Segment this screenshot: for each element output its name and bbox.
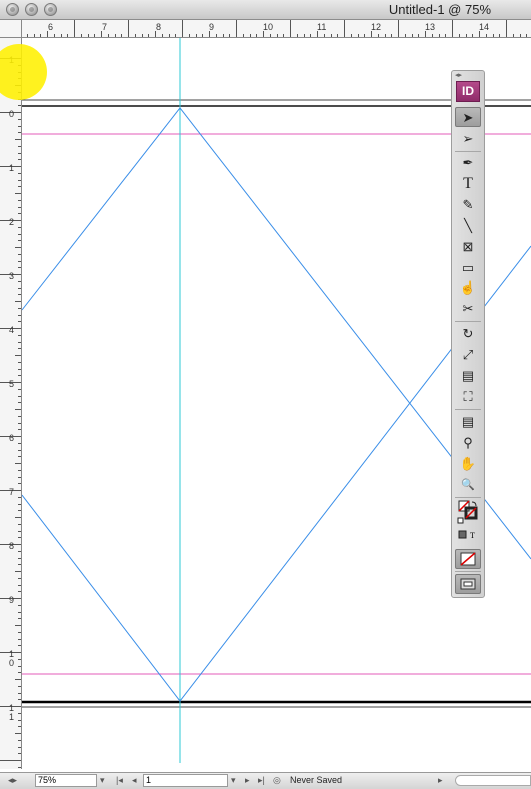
status-menu-icon[interactable]: ▸ <box>438 775 443 786</box>
title-bar: Untitled-1 @ 75% <box>0 0 531 20</box>
type-tool-icon[interactable]: T <box>455 174 481 194</box>
hand-tool-icon[interactable]: ✋ <box>455 454 481 474</box>
v-ruler-label: 2 <box>9 217 15 227</box>
button-tool-icon[interactable]: ☝ <box>455 278 481 298</box>
h-ruler-label: 9 <box>209 22 215 32</box>
page-dropdown-icon[interactable]: ▾ <box>231 775 236 786</box>
first-page-icon[interactable]: |◂ <box>116 775 123 786</box>
minimize-window-button[interactable] <box>25 3 38 16</box>
v-ruler-label: 9 <box>9 595 15 605</box>
v-ruler-label: 8 <box>9 541 15 551</box>
line-tool-icon[interactable]: ╲ <box>455 216 481 236</box>
v-ruler-label: 1 <box>9 163 15 173</box>
formatting-container-icon[interactable] <box>458 530 467 539</box>
default-colors-icon[interactable] <box>457 517 464 524</box>
tools-panel[interactable]: ◂▸ ID ➤ ➢ ✒ T ✎ ╲ ⊠ ▭ ☝ ✂ ↻ ⤢ ▤ ⛶ ▤ ⚲ ✋ … <box>451 70 485 598</box>
scroll-left-right-icon[interactable]: ◂▸ <box>8 775 17 786</box>
h-ruler-label: 10 <box>263 22 274 32</box>
gradient-tool-icon[interactable]: ▤ <box>455 366 481 386</box>
v-ruler-label: 1 0 <box>9 649 15 668</box>
v-ruler-label: 7 <box>9 487 15 497</box>
zoom-tool-icon[interactable]: 🔍 <box>455 475 481 495</box>
pencil-tool-icon[interactable]: ✎ <box>455 195 481 215</box>
rectangle-tool-icon[interactable]: ▭ <box>455 258 481 278</box>
v-ruler-label: 3 <box>9 271 15 281</box>
note-tool-icon[interactable]: ▤ <box>455 412 481 432</box>
vertical-ruler[interactable]: 1 0 1 2 3 4 5 6 7 8 9 1 0 1 1 <box>0 38 22 769</box>
h-ruler-label: 13 <box>425 22 436 32</box>
free-transform-tool-icon[interactable]: ⛶ <box>455 387 481 407</box>
tool-separator <box>455 409 481 410</box>
tool-separator <box>455 497 481 498</box>
page-number-field[interactable]: 1 <box>143 774 228 787</box>
zoom-window-button[interactable] <box>44 3 57 16</box>
horizontal-ruler[interactable]: 6 7 8 9 10 11 12 13 14 <box>22 20 531 38</box>
view-mode-graphic <box>460 578 476 590</box>
v-ruler-label: 0 <box>9 109 15 119</box>
scissors-tool-icon[interactable]: ✂ <box>455 299 481 319</box>
h-ruler-label: 6 <box>48 22 54 32</box>
swap-colors-icon[interactable] <box>471 501 477 507</box>
indesign-logo[interactable]: ID <box>456 81 480 102</box>
v-ruler-label: 1 1 <box>9 703 15 722</box>
view-mode-icon[interactable] <box>455 574 481 594</box>
rectangle-frame-tool-icon[interactable]: ⊠ <box>455 237 481 257</box>
previous-page-icon[interactable]: ◂ <box>132 775 137 786</box>
h-ruler-label: 14 <box>479 22 490 32</box>
preflight-status-icon[interactable]: ◎ <box>273 775 281 786</box>
selection-tool-icon[interactable]: ➤ <box>455 107 481 127</box>
close-window-button[interactable] <box>6 3 19 16</box>
v-ruler-label: 5 <box>9 379 15 389</box>
rotate-tool-icon[interactable]: ↻ <box>455 324 481 344</box>
save-status-text: Never Saved <box>290 775 343 785</box>
zoom-field[interactable]: 75% <box>35 774 97 787</box>
scale-tool-icon[interactable]: ⤢ <box>455 345 481 365</box>
last-page-icon[interactable]: ▸| <box>258 775 265 786</box>
h-ruler-label: 11 <box>317 22 327 32</box>
tool-separator <box>455 151 481 152</box>
direct-selection-tool-icon[interactable]: ➢ <box>455 129 481 149</box>
pen-tool-icon[interactable]: ✒ <box>455 153 481 173</box>
ruler-origin[interactable] <box>0 20 22 38</box>
panel-grip[interactable]: ◂▸ <box>452 71 487 80</box>
h-ruler-label: 8 <box>156 22 162 32</box>
horizontal-scrollbar[interactable] <box>455 775 531 786</box>
zoom-dropdown-icon[interactable]: ▾ <box>100 775 105 786</box>
h-ruler-label: 7 <box>102 22 108 32</box>
none-swatch-graphic <box>460 552 476 566</box>
tool-separator <box>455 571 481 572</box>
status-bar: ◂▸ 75% ▾ |◂ ◂ 1 ▾ ▸ ▸| ◎ Never Saved ▸ <box>0 772 531 789</box>
eyedropper-tool-icon[interactable]: ⚲ <box>455 433 481 453</box>
v-ruler-label: 4 <box>9 325 15 335</box>
apply-none-icon[interactable] <box>455 549 481 569</box>
horizontal-ruler-ticks <box>27 20 527 37</box>
v-ruler-label: 6 <box>9 433 15 443</box>
tool-separator <box>455 321 481 322</box>
formatting-text-icon[interactable]: T <box>470 531 475 540</box>
h-ruler-label: 12 <box>371 22 382 32</box>
next-page-icon[interactable]: ▸ <box>245 775 250 786</box>
window-title: Untitled-1 @ 75% <box>388 2 491 17</box>
